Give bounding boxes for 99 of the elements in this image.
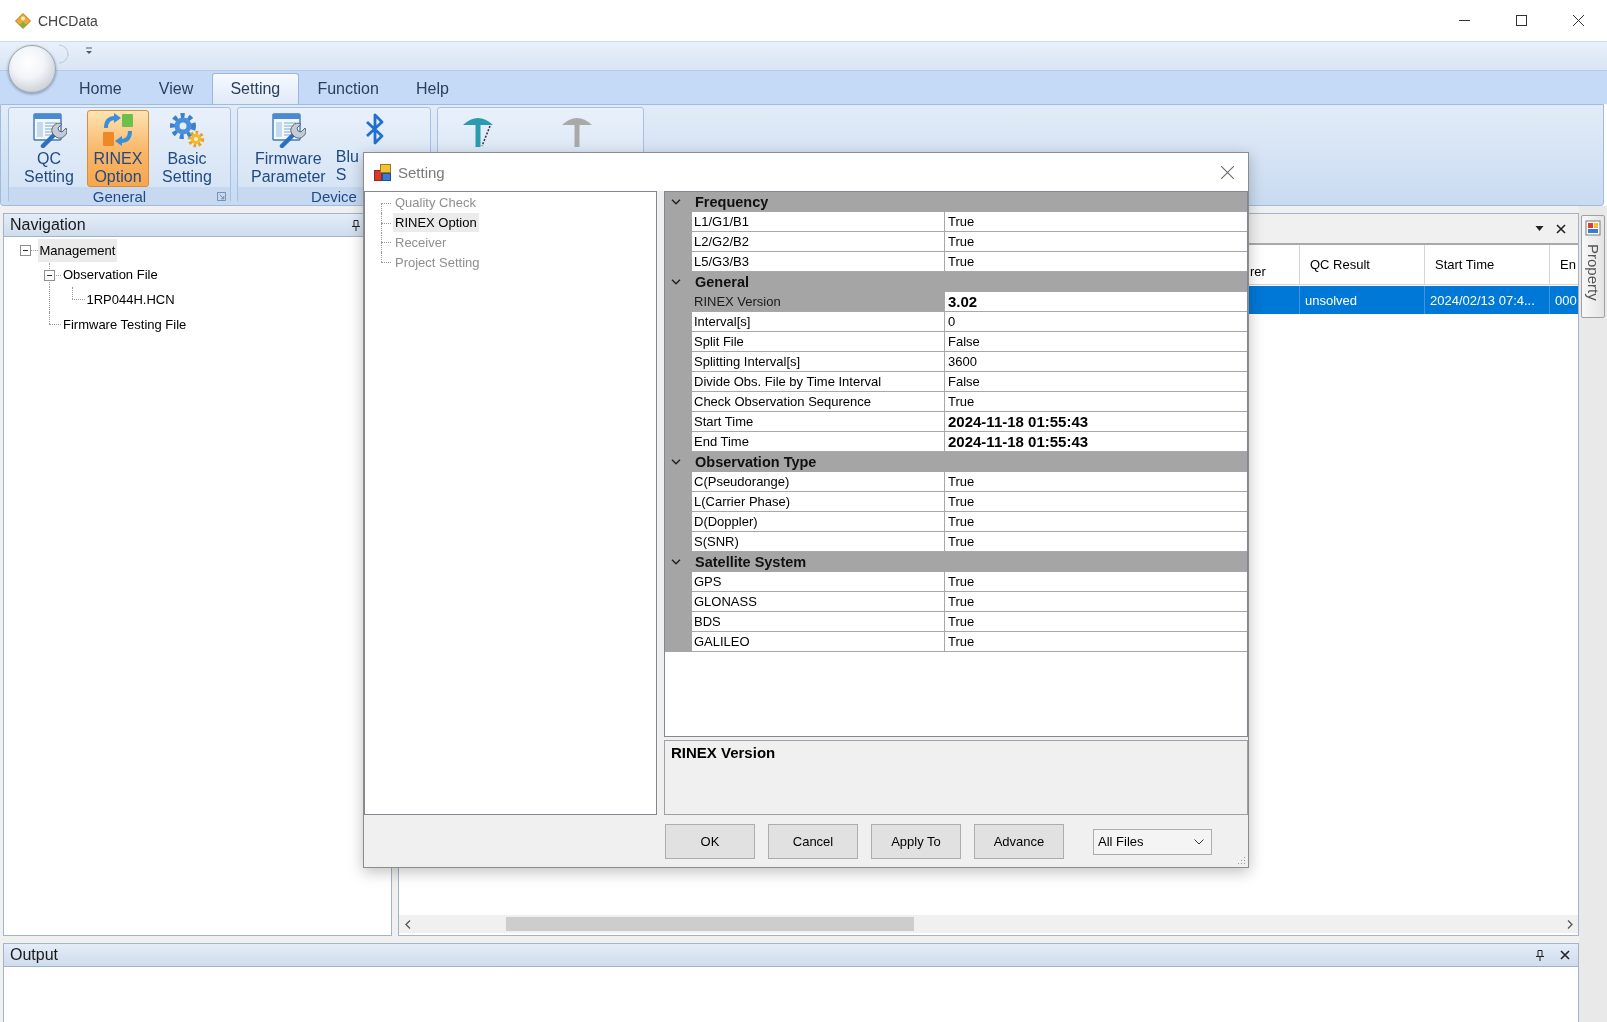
dialog-button[interactable]: Advance [974, 824, 1064, 859]
property-name[interactable]: Check Observation Sequrence [692, 392, 945, 412]
dialog-button[interactable]: OK [665, 824, 755, 859]
maximize-icon [1516, 15, 1527, 26]
ribbon-group-label: Device [311, 187, 357, 205]
resize-grip-icon[interactable] [1237, 856, 1246, 865]
ribbon-group-label: General [92, 187, 147, 205]
property-name[interactable]: Split File [692, 332, 945, 352]
property-name[interactable]: Divide Obs. File by Time Interval [692, 372, 945, 392]
ribbon-tab[interactable]: Function [298, 73, 398, 104]
property-name[interactable]: L2/G2/B2 [692, 232, 945, 252]
column-header[interactable]: Start Time [1425, 245, 1550, 284]
scrollbar-thumb[interactable] [506, 917, 914, 931]
tree-item[interactable]: Observation File [61, 263, 160, 287]
table-row[interactable]: unsolved 2024/02/13 07:4... 000 [1249, 286, 1578, 314]
pin-icon[interactable] [1536, 949, 1544, 961]
ribbon-tab[interactable]: Help [397, 73, 468, 104]
property-value[interactable]: True [945, 612, 1247, 632]
window-wrench-icon [270, 112, 307, 148]
ribbon-button[interactable]: Firmware Parameter [247, 110, 330, 187]
tree-item[interactable]: 1RP044H.HCN [84, 288, 177, 311]
property-value[interactable]: True [945, 572, 1247, 592]
property-value[interactable]: True [945, 472, 1247, 492]
property-value[interactable]: True [945, 232, 1247, 252]
dropdown-arrow-icon[interactable] [1535, 226, 1544, 231]
chevron-down-icon[interactable] [671, 199, 681, 205]
property-name[interactable]: Start Time [692, 412, 945, 432]
ribbon-button[interactable]: QC Setting [18, 110, 80, 187]
property-name[interactable]: GLONASS [692, 592, 945, 612]
property-value[interactable]: True [945, 392, 1247, 412]
ribbon-tab[interactable]: Setting [211, 73, 299, 104]
column-header[interactable]: En [1550, 245, 1578, 284]
scroll-left-icon[interactable] [404, 919, 411, 929]
property-name[interactable]: L1/G1/B1 [692, 212, 945, 232]
category-label[interactable]: Frequency [692, 194, 769, 210]
property-value[interactable]: True [945, 212, 1247, 232]
collapse-icon[interactable] [20, 245, 31, 257]
property-value[interactable]: False [945, 332, 1247, 352]
ribbon-tab[interactable]: View [140, 73, 212, 104]
pin-icon[interactable] [352, 219, 360, 231]
panel-title: Navigation [10, 216, 86, 234]
panel-title: Output [10, 946, 59, 964]
chevron-down-icon[interactable] [671, 279, 681, 285]
category-label[interactable]: Satellite System [692, 554, 807, 570]
close-icon[interactable] [1560, 950, 1570, 960]
table-cell-text: 000 [1554, 291, 1578, 310]
collapse-icon[interactable] [43, 269, 55, 281]
close-icon [1220, 165, 1234, 179]
tree-item[interactable]: Management [37, 238, 118, 262]
property-value[interactable]: False [945, 372, 1247, 392]
chevron-down-icon [1194, 838, 1204, 845]
minimize-icon [1459, 20, 1470, 21]
table-cell: unsolved [1300, 286, 1425, 314]
window-title: CHCData [38, 12, 98, 29]
gears-icon [169, 112, 205, 148]
property-value[interactable]: 0 [945, 312, 1247, 332]
column-header[interactable]: QC Result [1300, 245, 1425, 284]
close-icon [1573, 15, 1584, 26]
property-value[interactable]: 3600 [945, 352, 1247, 372]
app-logo-icon [15, 12, 31, 29]
table-cell: 2024/02/13 07:4... [1425, 286, 1550, 314]
property-name[interactable]: BDS [692, 612, 945, 632]
property-name[interactable]: L(Carrier Phase) [692, 492, 945, 512]
category-label[interactable]: Observation Type [692, 454, 817, 470]
dialog-button[interactable]: Apply To [871, 824, 961, 859]
dialog-title: Setting [398, 163, 445, 181]
property-value[interactable]: True [945, 592, 1247, 612]
property-value[interactable]: True [945, 632, 1247, 652]
property-name[interactable]: RINEX Version [692, 292, 945, 312]
description-title: RINEX Version [671, 744, 776, 761]
tree-item[interactable]: Firmware Testing File [61, 312, 189, 336]
scroll-right-icon[interactable] [1566, 919, 1573, 929]
ribbon-button[interactable]: RINEX Option [87, 110, 149, 187]
squares-icon [374, 163, 391, 181]
ribbon-button[interactable]: Blu S [335, 148, 359, 184]
category-label[interactable]: General [692, 274, 749, 290]
property-value[interactable]: 3.02 [945, 292, 1247, 312]
chevron-down-icon[interactable] [671, 459, 681, 465]
property-value[interactable]: True [945, 512, 1247, 532]
property-name[interactable]: GPS [692, 572, 945, 592]
property-tab[interactable]: Property [1581, 215, 1605, 318]
horizontal-scrollbar[interactable] [399, 915, 1578, 933]
property-name[interactable]: Splitting Interval[s] [692, 352, 945, 372]
tree-item[interactable]: RINEX Option [393, 213, 479, 233]
chevron-down-icon[interactable] [671, 559, 681, 565]
property-name[interactable]: D(Doppler) [692, 512, 945, 532]
ribbon-button[interactable]: Basic Setting [156, 110, 218, 187]
dialog-button[interactable]: Cancel [768, 824, 858, 859]
close-icon[interactable] [1556, 223, 1566, 234]
property-name[interactable]: Interval[s] [692, 312, 945, 332]
file-filter-dropdown[interactable]: All Files [1093, 828, 1212, 855]
window-wrench-icon [31, 112, 67, 148]
property-name[interactable]: GALILEO [692, 632, 945, 652]
ribbon-tab[interactable]: Home [60, 73, 141, 104]
property-name[interactable]: C(Pseudorange) [692, 472, 945, 492]
squares-icon [1585, 220, 1601, 236]
swap-arrows-icon [100, 112, 136, 148]
property-value[interactable]: 2024-11-18 01:55:43 [945, 412, 1247, 432]
property-value[interactable]: True [945, 492, 1247, 512]
